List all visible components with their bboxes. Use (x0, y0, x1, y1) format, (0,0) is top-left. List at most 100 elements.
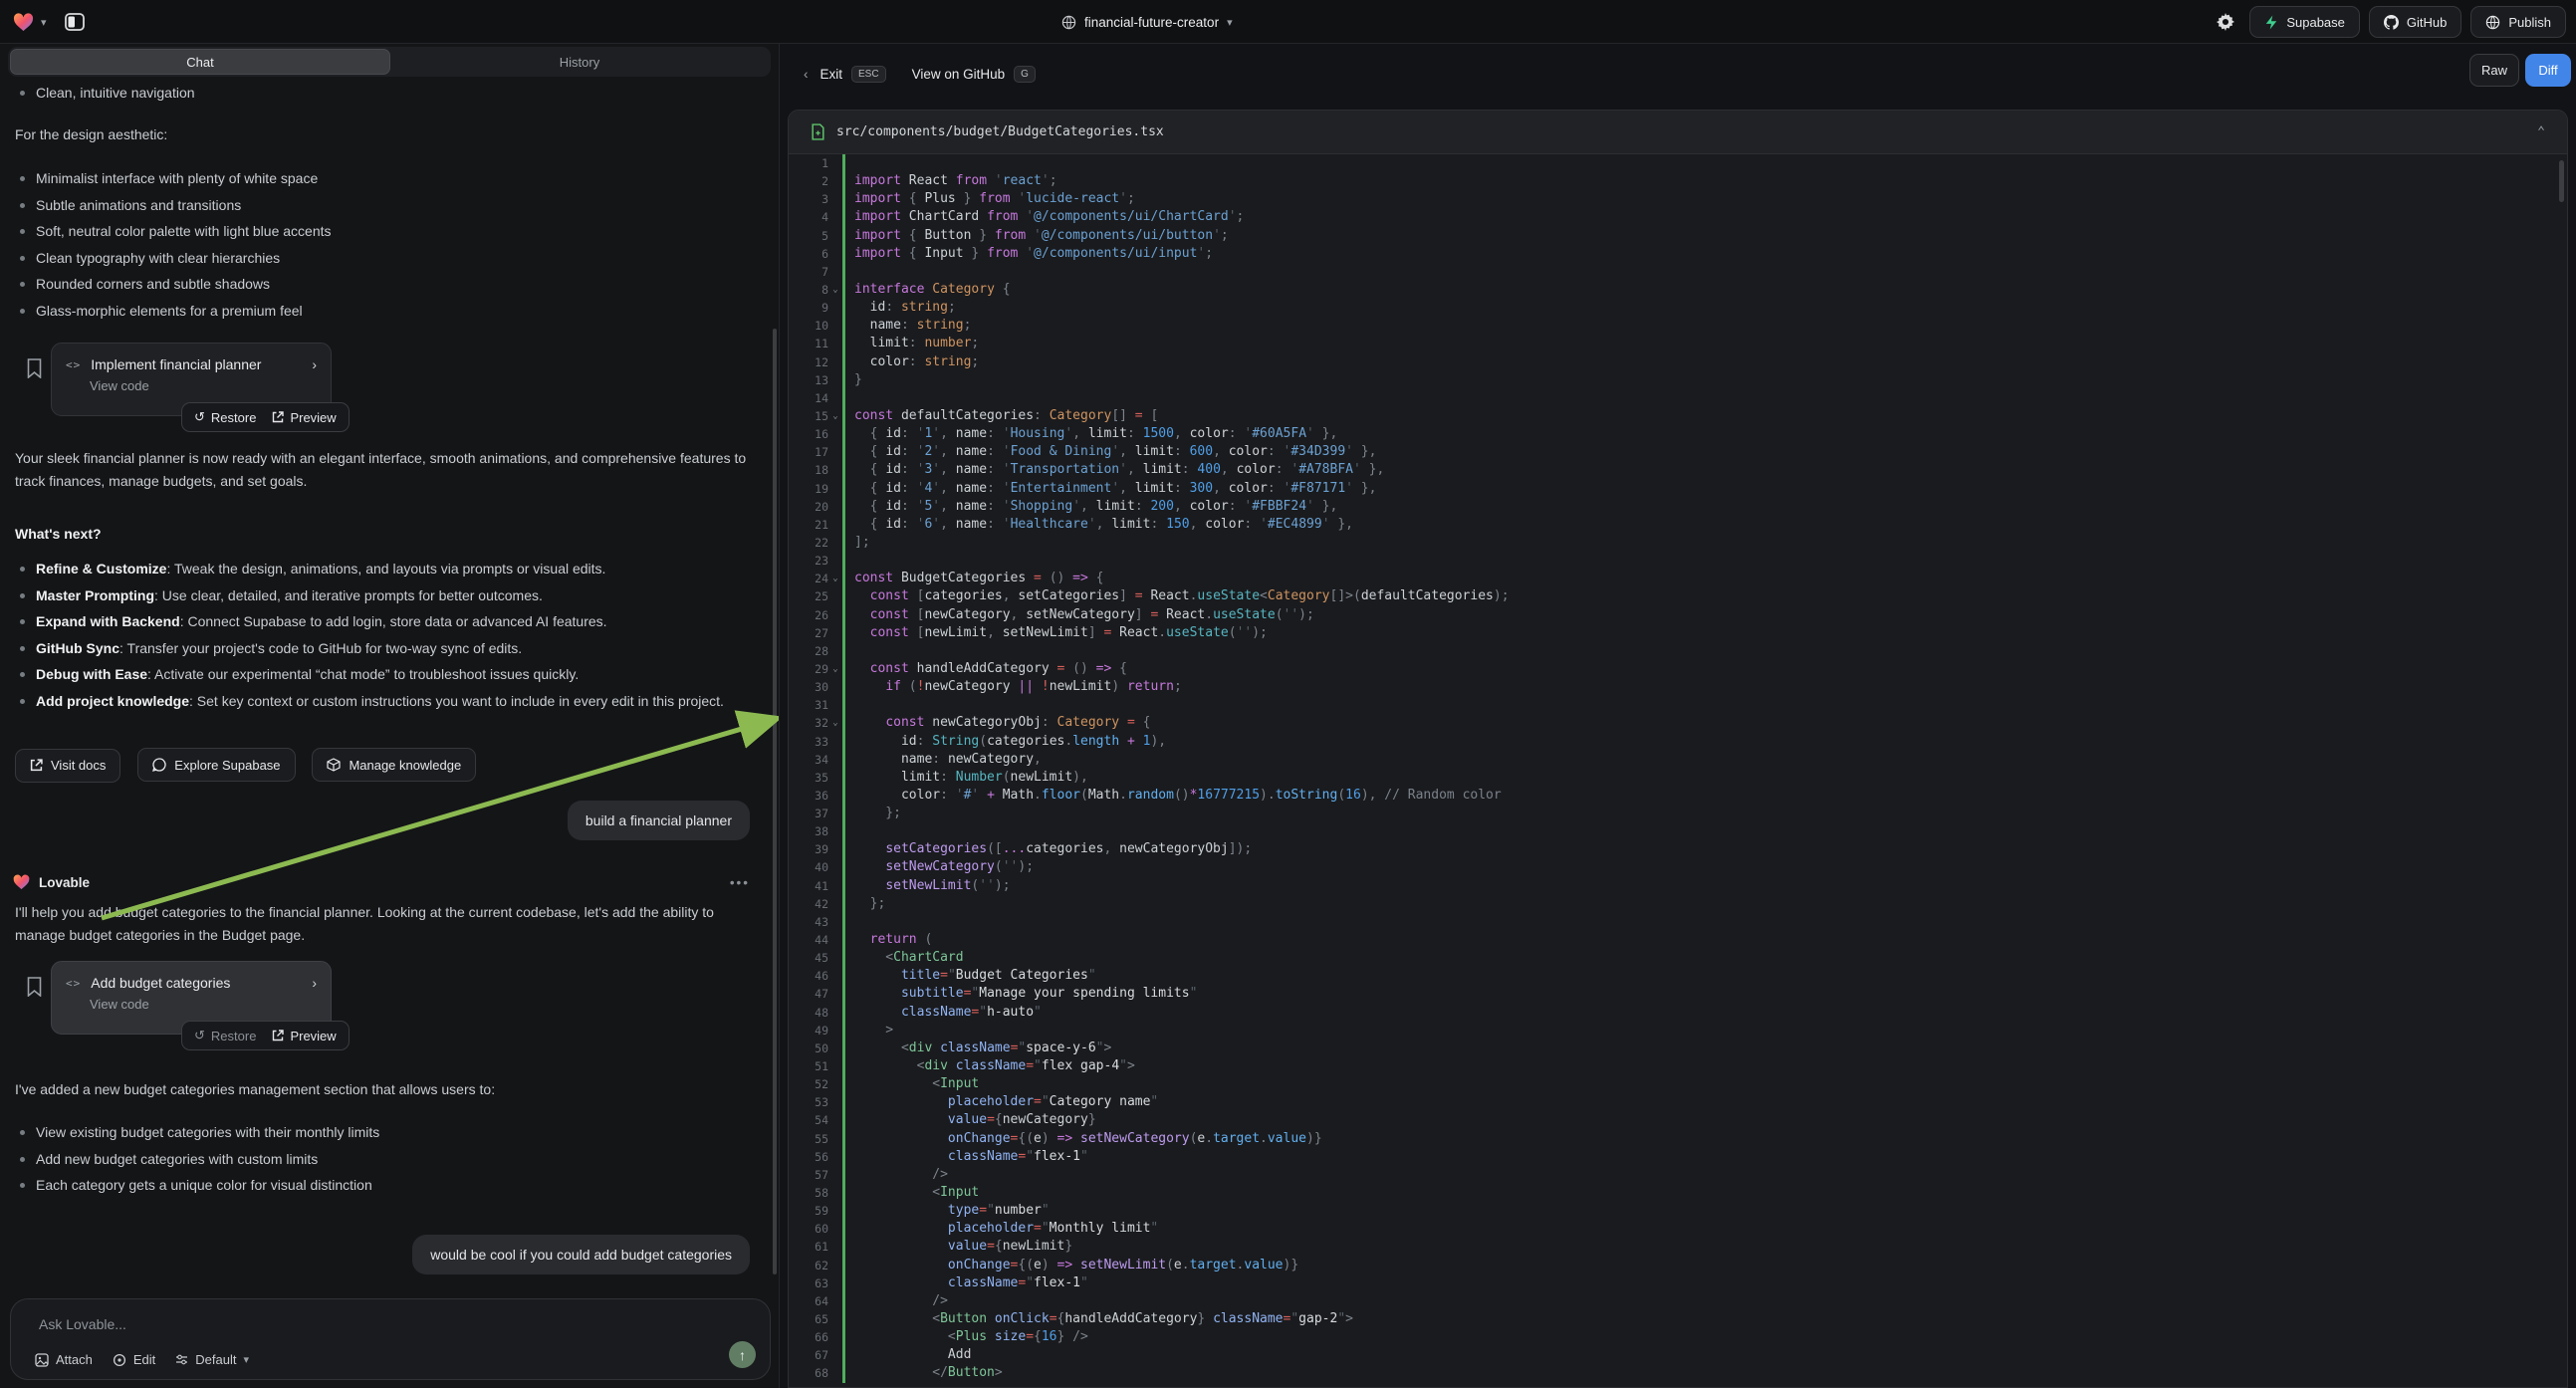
list-item: Add new budget categories with custom li… (15, 1146, 747, 1173)
visit-docs-button[interactable]: Visit docs (15, 749, 120, 783)
assistant-paragraph: Your sleek financial planner is now read… (15, 447, 747, 493)
diff-toggle-button[interactable]: Diff (2525, 54, 2571, 87)
publish-button[interactable]: Publish (2470, 6, 2566, 38)
code-line: 50 <div className="space-y-6"> (789, 1040, 2567, 1057)
diff-file-card: src/components/budget/BudgetCategories.t… (788, 110, 2568, 1388)
code-line: 2import React from 'react'; (789, 172, 2567, 190)
code-line: 22]; (789, 534, 2567, 552)
file-path: src/components/budget/BudgetCategories.t… (836, 124, 1164, 139)
send-button[interactable]: ↑ (729, 1341, 756, 1368)
supabase-button[interactable]: Supabase (2249, 6, 2360, 38)
view-on-github-button[interactable]: View on GitHub G (912, 66, 1036, 83)
tab-history[interactable]: History (390, 49, 769, 75)
raw-toggle-button[interactable]: Raw (2469, 54, 2519, 87)
file-header[interactable]: src/components/budget/BudgetCategories.t… (789, 111, 2567, 154)
code-line: 34 name: newCategory, (789, 751, 2567, 769)
project-switcher[interactable]: financial-future-creator ▾ (1061, 0, 1233, 44)
code-line: 62 onChange={(e) => setNewLimit(e.target… (789, 1257, 2567, 1274)
restore-icon: ↺ (194, 409, 205, 425)
code-line: 29⌄ const handleAddCategory = () => { (789, 660, 2567, 678)
message-menu-icon[interactable]: ••• (730, 875, 750, 890)
list-item: GitHub Sync: Transfer your project's cod… (15, 635, 747, 662)
restore-button[interactable]: ↺ Restore (194, 1028, 256, 1043)
code-line: 23 (789, 552, 2567, 570)
fold-chevron-icon[interactable]: ⌄ (828, 407, 842, 425)
added-file-icon (811, 123, 825, 140)
package-icon (327, 758, 341, 772)
aesthetic-heading: For the design aesthetic: (15, 123, 747, 146)
github-button[interactable]: GitHub (2369, 6, 2461, 38)
version-card-implement-financial-planner[interactable]: <> Implement financial planner › View co… (51, 343, 332, 416)
lovable-logo-icon[interactable] (13, 13, 34, 32)
code-line: 21 { id: '6', name: 'Healthcare', limit:… (789, 516, 2567, 534)
back-chevron-icon[interactable]: ‹ (804, 67, 809, 82)
version-card-add-budget-categories[interactable]: <> Add budget categories › View code ↺ R… (51, 961, 332, 1035)
code-line: 24⌄const BudgetCategories = () => { (789, 570, 2567, 587)
edit-button[interactable]: Edit (113, 1352, 155, 1367)
explore-supabase-button[interactable]: Explore Supabase (137, 748, 295, 782)
code-line: 39 setCategories([...categories, newCate… (789, 840, 2567, 858)
code-line: 47 subtitle="Manage your spending limits… (789, 985, 2567, 1003)
exit-button[interactable]: Exit ESC (820, 66, 886, 83)
manage-knowledge-button[interactable]: Manage knowledge (312, 748, 476, 782)
chat-composer[interactable]: Ask Lovable... Attach Edit Default ▾ ↑ (10, 1298, 771, 1380)
bookmark-icon[interactable] (26, 977, 43, 1002)
chat-bubble-icon (152, 758, 166, 772)
lovable-heart-icon (13, 874, 30, 890)
github-icon (2384, 15, 2399, 30)
settings-gear-icon[interactable] (2211, 7, 2240, 37)
code-line: 52 <Input (789, 1075, 2567, 1093)
toggle-sidebar-icon[interactable] (62, 9, 88, 35)
code-line: 10 name: string; (789, 317, 2567, 335)
g-key-badge: G (1014, 66, 1036, 83)
code-line: 35 limit: Number(newLimit), (789, 769, 2567, 787)
preview-button[interactable]: Preview (272, 410, 336, 425)
bookmark-icon[interactable] (26, 358, 43, 383)
view-code-link[interactable]: View code (52, 372, 331, 393)
fold-chevron-icon[interactable]: ⌄ (828, 281, 842, 299)
code-line: 64 /> (789, 1292, 2567, 1310)
assistant-name: Lovable (39, 875, 90, 890)
publish-globe-icon (2485, 15, 2500, 30)
fold-chevron-icon[interactable]: ⌄ (828, 660, 842, 678)
chat-input[interactable]: Ask Lovable... (39, 1316, 126, 1332)
tab-chat[interactable]: Chat (10, 49, 390, 75)
project-name: financial-future-creator (1084, 15, 1219, 30)
code-line: 49 > (789, 1022, 2567, 1040)
code-line: 13} (789, 371, 2567, 389)
list-item: Expand with Backend: Connect Supabase to… (15, 608, 747, 635)
external-link-icon (30, 759, 43, 772)
code-line: 60 placeholder="Monthly limit" (789, 1220, 2567, 1238)
whats-next-list: Refine & Customize: Tweak the design, an… (15, 556, 747, 714)
code-line: 3import { Plus } from 'lucide-react'; (789, 190, 2567, 208)
fold-chevron-icon[interactable]: ⌄ (828, 714, 842, 732)
list-item: Add project knowledge: Set key context o… (15, 688, 747, 715)
aesthetic-list: Minimalist interface with plenty of whit… (15, 165, 747, 324)
restore-button[interactable]: ↺ Restore (194, 409, 256, 425)
code-line: 31 (789, 696, 2567, 714)
code-line: 32⌄ const newCategoryObj: Category = { (789, 714, 2567, 732)
logo-menu-chevron-icon[interactable]: ▾ (41, 16, 47, 29)
code-scrollbar[interactable] (2559, 160, 2564, 202)
code-line: 59 type="number" (789, 1202, 2567, 1220)
sliders-icon (175, 1353, 188, 1366)
list-item: Refine & Customize: Tweak the design, an… (15, 556, 747, 582)
fold-chevron-icon[interactable]: ⌄ (828, 570, 842, 587)
list-item: Subtle animations and transitions (15, 192, 747, 219)
code-line: 53 placeholder="Category name" (789, 1093, 2567, 1111)
code-line: 45 <ChartCard (789, 949, 2567, 967)
code-line: 63 className="flex-1" (789, 1274, 2567, 1292)
code-line: 66 <Plus size={16} /> (789, 1328, 2567, 1346)
chat-scrollbar[interactable] (773, 329, 777, 1274)
list-item: Clean typography with clear hierarchies (15, 245, 747, 272)
attach-button[interactable]: Attach (35, 1352, 93, 1367)
code-line: 36 color: '#' + Math.floor(Math.random()… (789, 787, 2567, 805)
view-code-link[interactable]: View code (52, 991, 331, 1012)
preview-button[interactable]: Preview (272, 1029, 336, 1043)
external-link-icon (272, 1030, 284, 1041)
collapse-chevron-icon[interactable]: ⌃ (2537, 124, 2545, 139)
list-item: Each category gets a unique color for vi… (15, 1172, 747, 1199)
mode-selector[interactable]: Default ▾ (175, 1352, 249, 1367)
code-line: 12 color: string; (789, 353, 2567, 371)
code-line: 37 }; (789, 805, 2567, 822)
